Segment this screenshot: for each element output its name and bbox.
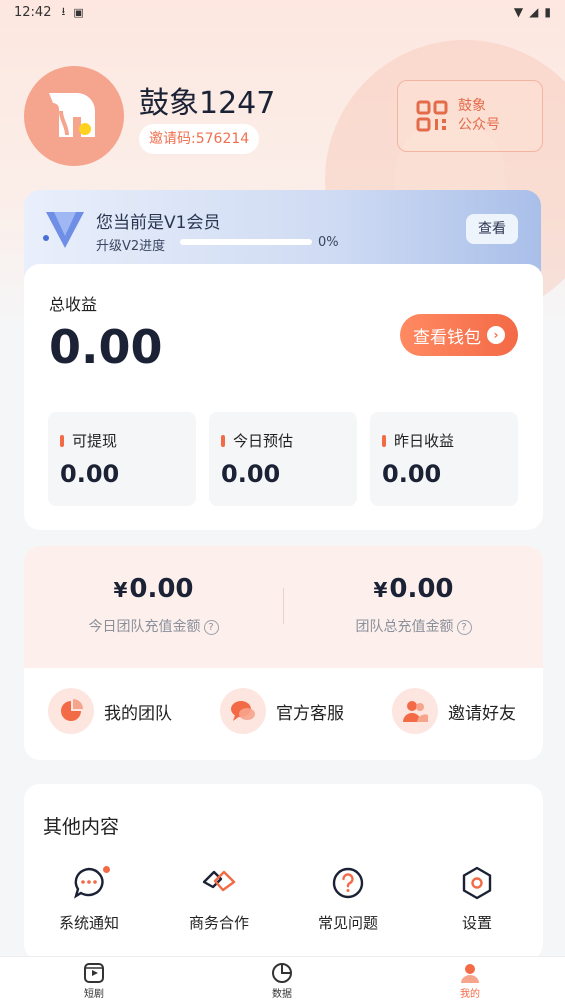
vip-progress-text: 0%: [318, 235, 339, 250]
battery-icon: ▮: [544, 5, 551, 19]
other-content-title: 其他内容: [43, 816, 120, 838]
today-team-recharge-label: 今日团队充值金额: [88, 619, 201, 635]
withdrawable-label: 可提现: [60, 430, 117, 451]
chevron-right-icon: ›: [487, 326, 505, 344]
business-cooperation-button[interactable]: 商务合作: [159, 866, 279, 933]
today-estimate-box[interactable]: 今日预估 0.00: [209, 412, 357, 506]
status-bar: 12:42 ⭳ ▣ ▼ ◢ ▮: [0, 0, 565, 24]
customer-service-button[interactable]: 官方客服: [220, 688, 344, 734]
signal-icon: ◢: [529, 5, 539, 19]
total-team-recharge-label: 团队总充值金额: [355, 619, 454, 635]
settings-label: 设置: [461, 914, 492, 932]
view-wallet-button[interactable]: 查看钱包 ›: [400, 314, 518, 356]
customer-service-label: 官方客服: [276, 703, 344, 724]
video-icon: [84, 963, 104, 983]
other-content-card: 其他内容 系统通知 商务合作 常见问题 设置: [24, 784, 543, 960]
invite-friends-label: 邀请好友: [448, 703, 516, 724]
settings-hexagon-icon: [462, 866, 492, 900]
message-icon: [74, 867, 104, 899]
download-icon: ⭳: [61, 4, 66, 18]
unread-dot: [103, 866, 110, 873]
my-team-button[interactable]: 我的团队: [48, 688, 172, 734]
qr-code-icon: [416, 100, 448, 132]
vip-view-button[interactable]: 查看: [466, 214, 518, 244]
help-icon[interactable]: ?: [203, 620, 219, 635]
today-team-recharge-value: 0.00: [129, 574, 194, 604]
official-account-label-1: 鼓象: [458, 98, 486, 114]
vip-badge-icon: [43, 212, 84, 248]
today-estimate-label: 今日预估: [221, 430, 293, 451]
tab-data[interactable]: 数据: [222, 961, 342, 1000]
help-icon[interactable]: ?: [456, 620, 472, 635]
vip-title: 您当前是V1会员: [96, 213, 221, 233]
invite-code[interactable]: 邀请码:576214: [139, 124, 260, 154]
team-card: ¥0.00 今日团队充值金额? ¥0.00 团队总充值金额? 我的团队 官方客服: [24, 546, 543, 760]
yesterday-earnings-label: 昨日收益: [382, 430, 454, 451]
team-stats-panel: ¥0.00 今日团队充值金额? ¥0.00 团队总充值金额?: [24, 546, 543, 668]
system-notice-button[interactable]: 系统通知: [29, 866, 149, 933]
tab-mine[interactable]: 我的: [410, 961, 530, 1000]
bottom-tab-bar: 短剧 数据 我的: [0, 956, 565, 1004]
today-estimate-value: 0.00: [221, 460, 281, 488]
vip-progress-bar: [180, 239, 312, 245]
status-time: 12:42: [14, 4, 52, 20]
pie-chart-icon: [61, 699, 83, 721]
tab-data-label: 数据: [272, 989, 292, 1000]
total-team-recharge-value: 0.00: [389, 574, 454, 604]
invite-friends-button[interactable]: 邀请好友: [392, 688, 516, 734]
earnings-card: 总收益 0.00 查看钱包 › 可提现 0.00 今日预估 0.00 昨日收益 …: [24, 264, 543, 530]
withdrawable-box[interactable]: 可提现 0.00: [48, 412, 196, 506]
settings-button[interactable]: 设置: [417, 866, 537, 933]
business-cooperation-label: 商务合作: [188, 914, 249, 932]
official-account-button[interactable]: 鼓象 公众号: [397, 80, 543, 152]
faq-button[interactable]: 常见问题: [288, 866, 408, 933]
pie-icon: [272, 963, 292, 983]
tab-short-drama[interactable]: 短剧: [34, 961, 154, 1000]
my-team-label: 我的团队: [104, 703, 172, 724]
currency-symbol: ¥: [373, 578, 388, 602]
total-earnings-label: 总收益: [49, 295, 98, 314]
handshake-icon: [202, 870, 236, 892]
tab-mine-label: 我的: [460, 989, 480, 1000]
total-earnings-value: 0.00: [49, 320, 163, 374]
yesterday-earnings-box[interactable]: 昨日收益 0.00: [370, 412, 518, 506]
wifi-icon: ▼: [513, 5, 524, 19]
total-team-recharge: ¥0.00 团队总充值金额?: [284, 574, 543, 636]
view-wallet-label: 查看钱包: [413, 327, 481, 348]
person-icon: [461, 964, 479, 983]
elephant-logo-icon: [49, 93, 95, 137]
username: 鼓象1247: [139, 86, 276, 121]
question-icon: [332, 867, 364, 899]
tab-short-drama-label: 短剧: [84, 989, 104, 1000]
yesterday-earnings-value: 0.00: [382, 460, 442, 488]
system-notice-label: 系统通知: [58, 914, 119, 932]
faq-label: 常见问题: [317, 914, 378, 932]
withdrawable-value: 0.00: [60, 460, 120, 488]
notification-icon: ▣: [73, 5, 84, 19]
users-icon: [403, 701, 428, 722]
vip-progress-label: 升级V2进度: [96, 239, 166, 254]
chat-bubbles-icon: [231, 701, 255, 721]
official-account-label-2: 公众号: [458, 117, 500, 133]
today-team-recharge: ¥0.00 今日团队充值金额?: [24, 574, 283, 636]
currency-symbol: ¥: [113, 578, 128, 602]
avatar[interactable]: [24, 66, 124, 166]
